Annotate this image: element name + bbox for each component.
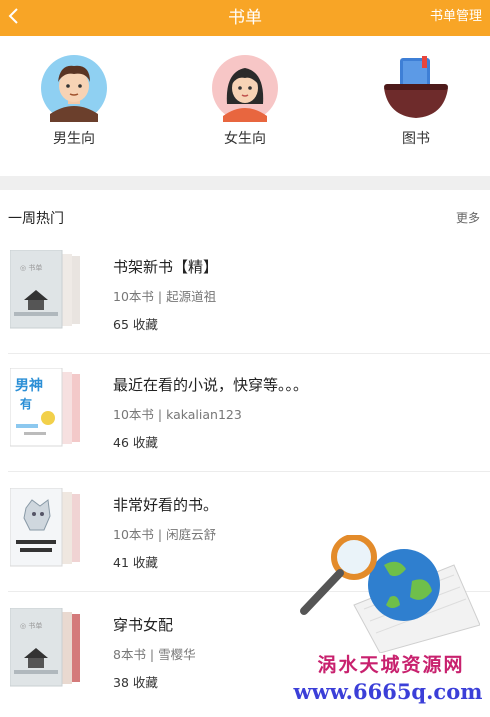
svg-text:有: 有 — [20, 396, 32, 411]
booklist-favorites: 38 收藏 — [113, 675, 158, 690]
booklist-meta: 10本书 | 闲庭云舒 — [113, 527, 217, 542]
booklist-title: 书架新书【精】 — [113, 258, 219, 276]
section-title: 一周热门 — [8, 211, 64, 227]
booklist-cover: ◎ 书单 — [10, 250, 80, 329]
booklist-favorites: 65 收藏 — [113, 317, 158, 332]
category-girls[interactable]: 女生向 — [195, 54, 295, 174]
manage-booklist-button[interactable]: 书单管理 — [430, 0, 482, 36]
category-label: 男生向 — [53, 131, 95, 147]
page-title: 书单 — [228, 8, 262, 28]
svg-text:◎ 书单: ◎ 书单 — [20, 621, 42, 630]
category-row: 男生向 女生向 图书 — [0, 36, 490, 176]
svg-text:◎ 书单: ◎ 书单 — [20, 263, 42, 272]
booklist-favorites: 41 收藏 — [113, 555, 158, 570]
more-link[interactable]: 更多 — [456, 209, 480, 226]
girl-avatar-icon — [212, 55, 278, 122]
section-divider — [0, 176, 490, 190]
booklist-cover: ◎ 书单 — [10, 608, 80, 687]
category-label: 女生向 — [224, 131, 266, 147]
category-boys[interactable]: 男生向 — [24, 54, 124, 174]
category-books[interactable]: 图书 — [366, 54, 466, 174]
booklist-title: 穿书女配 — [113, 616, 174, 634]
booklist-favorites: 46 收藏 — [113, 435, 158, 450]
row-divider — [8, 471, 490, 472]
booklist-meta: 10本书 | kakalian123 — [113, 407, 242, 422]
boy-avatar-icon — [41, 55, 107, 122]
book-bowl-icon — [384, 56, 448, 118]
svg-text:男神: 男神 — [15, 377, 43, 394]
booklist-item[interactable]: 男神 有 最近在看的小说，快穿等。。。 10本书 | kakalian123 4… — [0, 354, 490, 472]
booklist-item[interactable]: ◎ 书单 书架新书【精】 10本书 | 起源道祖 65 收藏 — [0, 236, 490, 354]
booklist-meta: 8本书 | 雪樱华 — [113, 647, 196, 662]
booklist-cover — [10, 488, 80, 567]
booklist-title: 最近在看的小说，快穿等。。。 — [113, 376, 309, 394]
booklist-title: 非常好看的书。 — [113, 496, 219, 514]
category-label: 图书 — [402, 131, 430, 147]
magnifier-globe-icon — [300, 535, 480, 653]
watermark-url: www.6665q.com — [293, 679, 483, 704]
top-bar: 书单 书单管理 — [0, 0, 490, 36]
booklist-meta: 10本书 | 起源道祖 — [113, 289, 217, 304]
booklist-cover: 男神 有 — [10, 368, 80, 447]
watermark-title: 涡水天城资源网 — [317, 654, 465, 676]
